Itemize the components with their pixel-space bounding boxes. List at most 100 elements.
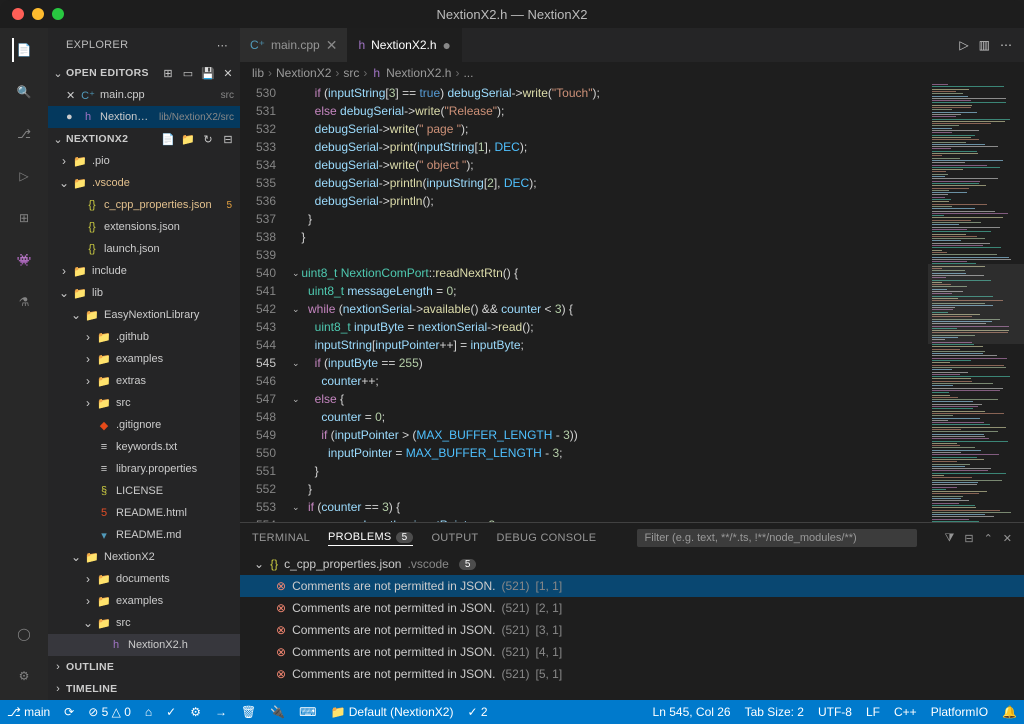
save-all-icon[interactable]: 💾 bbox=[200, 67, 216, 80]
err-check[interactable]: ✓ 2 bbox=[460, 700, 494, 724]
editor-tab[interactable]: C⁺main.cpp✕ bbox=[240, 28, 348, 62]
extensions-icon[interactable]: ⊞ bbox=[12, 206, 36, 230]
encoding[interactable]: UTF-8 bbox=[811, 700, 859, 724]
tree-file[interactable]: {}c_cpp_properties.json5 bbox=[48, 194, 240, 216]
panel-tab-terminal[interactable]: TERMINAL bbox=[252, 532, 310, 544]
platformio[interactable]: PlatformIO bbox=[924, 700, 995, 724]
tree-folder[interactable]: ›📁.github bbox=[48, 326, 240, 348]
open-editor-item[interactable]: ✕C⁺main.cppsrc bbox=[48, 84, 240, 106]
problem-item[interactable]: ⊗ Comments are not permitted in JSON. (5… bbox=[240, 641, 1024, 663]
collapse-all-icon[interactable]: ⊟ bbox=[964, 532, 973, 545]
panel-tab-problems[interactable]: PROBLEMS5 bbox=[328, 531, 413, 546]
sync-button[interactable]: ⟳ bbox=[57, 700, 81, 724]
tree-folder[interactable]: ⌄📁lib bbox=[48, 282, 240, 304]
tree-file[interactable]: ▾README.md bbox=[48, 524, 240, 546]
fold-icon[interactable]: ⌄ bbox=[292, 498, 300, 516]
pio-terminal[interactable]: ⌨ bbox=[292, 700, 323, 724]
editor-tab[interactable]: hNextionX2.h● bbox=[348, 28, 462, 62]
cursor-pos[interactable]: Ln 545, Col 26 bbox=[646, 700, 738, 724]
pio-upload[interactable]: → bbox=[208, 700, 234, 724]
refresh-icon[interactable]: ↻ bbox=[200, 133, 216, 146]
tree-folder[interactable]: ›📁include bbox=[48, 260, 240, 282]
filter-icon[interactable]: ⧩ bbox=[945, 532, 955, 545]
tree-file[interactable]: ≡library.properties bbox=[48, 458, 240, 480]
close-panel-icon[interactable]: ✕ bbox=[1003, 532, 1012, 545]
tree-folder[interactable]: ⌄📁EasyNextionLibrary bbox=[48, 304, 240, 326]
fold-icon[interactable]: ⌄ bbox=[292, 354, 300, 372]
toggle-layout-icon[interactable]: ▭ bbox=[180, 67, 196, 80]
run-icon[interactable]: ▷ bbox=[959, 38, 968, 52]
problems-count[interactable]: ⊘ 5 △ 0 bbox=[81, 700, 138, 724]
close-all-icon[interactable]: ✕ bbox=[220, 67, 236, 80]
tree-folder[interactable]: ›📁examples bbox=[48, 348, 240, 370]
open-editor-item[interactable]: ●hNextionX2.hlib/NextionX2/src bbox=[48, 106, 240, 128]
collapse-icon[interactable]: ⊟ bbox=[220, 133, 236, 146]
run-debug-icon[interactable]: ▷ bbox=[12, 164, 36, 188]
project-header[interactable]: ⌄NEXTIONX2 📄📁↻⊟ bbox=[48, 128, 240, 150]
eol[interactable]: LF bbox=[859, 700, 887, 724]
fold-icon[interactable]: ⌄ bbox=[292, 390, 300, 408]
sidebar-more-icon[interactable]: ⋯ bbox=[217, 39, 228, 52]
tree-folder[interactable]: ›📁src bbox=[48, 392, 240, 414]
source-control-icon[interactable]: ⎇ bbox=[12, 122, 36, 146]
language-mode[interactable]: C++ bbox=[887, 700, 924, 724]
more-actions-icon[interactable]: ⋯ bbox=[1000, 38, 1012, 52]
settings-gear-icon[interactable]: ⚙ bbox=[12, 664, 36, 688]
tree-file[interactable]: hNextionX2.h bbox=[48, 634, 240, 656]
tree-file[interactable]: {}launch.json bbox=[48, 238, 240, 260]
close-tab-icon[interactable]: ● bbox=[443, 37, 451, 53]
split-editor-icon[interactable]: ▥ bbox=[979, 38, 990, 52]
problems-filter-input[interactable]: Filter (e.g. text, **/*.ts, !**/node_mod… bbox=[637, 529, 917, 547]
pio-check[interactable]: ✓ bbox=[159, 700, 183, 724]
close-tab-icon[interactable]: ✕ bbox=[326, 37, 338, 54]
test-icon[interactable]: ⚗ bbox=[12, 290, 36, 314]
new-untitled-icon[interactable]: ⊞ bbox=[160, 67, 176, 80]
fold-icon[interactable]: ⌄ bbox=[292, 264, 300, 282]
accounts-icon[interactable]: ◯ bbox=[12, 622, 36, 646]
new-file-icon[interactable]: 📄 bbox=[160, 133, 176, 146]
breadcrumb-item[interactable]: ... bbox=[463, 66, 473, 80]
new-folder-icon[interactable]: 📁 bbox=[180, 133, 196, 146]
tree-file[interactable]: 5README.html bbox=[48, 502, 240, 524]
tree-folder[interactable]: ⌄📁src bbox=[48, 612, 240, 634]
breadcrumb-item[interactable]: NextionX2 bbox=[276, 66, 331, 80]
search-icon[interactable]: 🔍 bbox=[12, 80, 36, 104]
breadcrumb-item[interactable]: lib bbox=[252, 66, 264, 80]
branch-button[interactable]: ⎇ main bbox=[0, 700, 57, 724]
open-editors-header[interactable]: ⌄OPEN EDITORS ⊞▭💾✕ bbox=[48, 62, 240, 84]
outline-header[interactable]: ›OUTLINE bbox=[48, 656, 240, 678]
problem-item[interactable]: ⊗ Comments are not permitted in JSON. (5… bbox=[240, 663, 1024, 685]
panel-tab-debug[interactable]: DEBUG CONSOLE bbox=[496, 532, 596, 544]
window-minimize[interactable] bbox=[32, 8, 44, 20]
breadcrumbs[interactable]: lib›NextionX2›src›hNextionX2.h›... bbox=[240, 62, 1024, 84]
breadcrumb-item[interactable]: NextionX2.h bbox=[386, 66, 451, 80]
tree-file[interactable]: {}extensions.json bbox=[48, 216, 240, 238]
problem-item[interactable]: ⊗ Comments are not permitted in JSON. (5… bbox=[240, 575, 1024, 597]
code-editor[interactable]: 5305315325335345355365375385395405415425… bbox=[240, 84, 1024, 522]
minimap[interactable] bbox=[928, 84, 1024, 522]
tree-folder[interactable]: ⌄📁NextionX2 bbox=[48, 546, 240, 568]
pio-serial[interactable]: 🔌 bbox=[263, 700, 292, 724]
tree-file[interactable]: ◆.gitignore bbox=[48, 414, 240, 436]
breadcrumb-item[interactable]: src bbox=[343, 66, 359, 80]
problem-group[interactable]: ⌄ {} c_cpp_properties.json .vscode 5 bbox=[240, 553, 1024, 575]
timeline-header[interactable]: ›TIMELINE bbox=[48, 678, 240, 700]
tree-file[interactable]: ≡keywords.txt bbox=[48, 436, 240, 458]
tree-folder[interactable]: ›📁documents bbox=[48, 568, 240, 590]
tree-folder[interactable]: ›📁.pio bbox=[48, 150, 240, 172]
panel-tab-output[interactable]: OUTPUT bbox=[431, 532, 478, 544]
maximize-panel-icon[interactable]: ⌃ bbox=[984, 532, 993, 545]
pio-clean[interactable]: 🗑 bbox=[234, 700, 263, 724]
pio-home[interactable]: ⌂ bbox=[138, 700, 159, 724]
tree-folder[interactable]: ⌄📁.vscode bbox=[48, 172, 240, 194]
window-zoom[interactable] bbox=[52, 8, 64, 20]
problem-item[interactable]: ⊗ Comments are not permitted in JSON. (5… bbox=[240, 597, 1024, 619]
explorer-icon[interactable]: 📄 bbox=[12, 38, 36, 62]
problem-item[interactable]: ⊗ Comments are not permitted in JSON. (5… bbox=[240, 619, 1024, 641]
tree-folder[interactable]: ›📁extras bbox=[48, 370, 240, 392]
pio-env[interactable]: 📁 Default (NextionX2) bbox=[323, 700, 460, 724]
tree-folder[interactable]: ›📁examples bbox=[48, 590, 240, 612]
platformio-icon[interactable]: 👾 bbox=[12, 248, 36, 272]
tab-size[interactable]: Tab Size: 2 bbox=[738, 700, 811, 724]
fold-icon[interactable]: ⌄ bbox=[292, 300, 300, 318]
